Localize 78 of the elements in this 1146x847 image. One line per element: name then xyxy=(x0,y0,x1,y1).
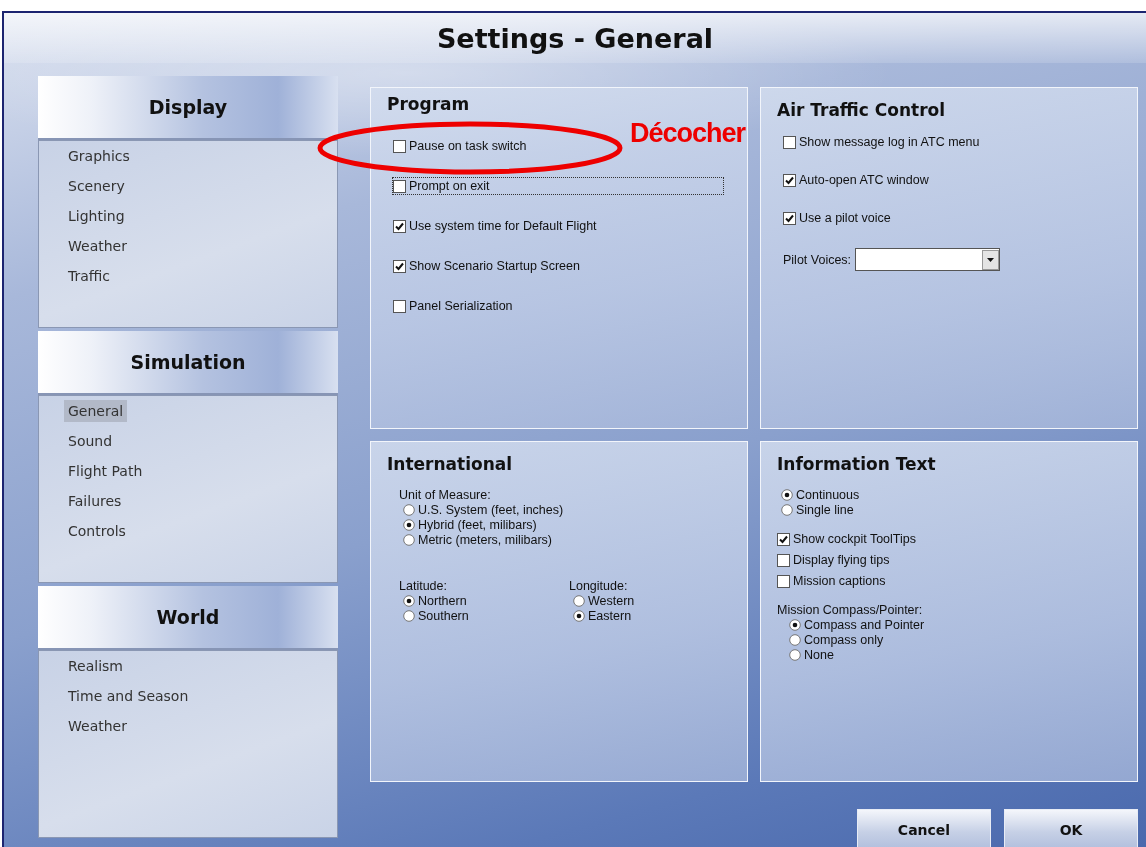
sidebar-item[interactable]: Failures xyxy=(64,490,126,512)
radio-label: Compass and Pointer xyxy=(804,618,925,632)
annotation-text: Décocher xyxy=(629,118,745,149)
group-label: Unit of Measure: xyxy=(399,488,491,502)
window-title: Settings - General xyxy=(436,22,714,54)
checkbox-label: Display flying tips xyxy=(793,553,890,567)
checkbox[interactable] xyxy=(777,532,790,546)
checkbox[interactable] xyxy=(783,211,796,225)
radio-button[interactable] xyxy=(573,610,585,622)
radio-label: Continuous xyxy=(796,488,860,502)
section-header[interactable]: World xyxy=(38,586,338,650)
caret-icon[interactable] xyxy=(982,249,1000,270)
sidebar-item[interactable]: Graphics xyxy=(64,145,134,167)
sidebar-item[interactable]: General xyxy=(64,400,128,422)
radio-label: U.S. System (feet, inches) xyxy=(418,503,564,517)
sidebar-item[interactable]: Controls xyxy=(64,520,130,542)
panel-title: Air Traffic Control xyxy=(777,100,946,120)
radio-button[interactable] xyxy=(403,610,415,622)
radio-button[interactable] xyxy=(403,534,415,546)
group-label: Latitude: xyxy=(399,579,447,593)
sidebar-item[interactable]: Lighting xyxy=(64,205,129,227)
group-label: Longitude: xyxy=(569,579,628,593)
checkbox-label: Pause on task switch xyxy=(409,139,527,153)
checkbox-label: Mission captions xyxy=(793,574,886,588)
sidebar-item[interactable]: Weather xyxy=(64,715,131,737)
radio-label: None xyxy=(804,648,834,662)
group-label: Mission Compass/Pointer: xyxy=(777,603,923,617)
checkbox-label: Auto-open ATC window xyxy=(799,173,929,187)
panel-title: Program xyxy=(387,94,470,114)
section-header[interactable]: Display xyxy=(38,76,338,140)
checkbox-label: Use system time for Default Flight xyxy=(409,219,597,233)
sidebar-item[interactable]: Weather xyxy=(64,235,131,257)
sidebar-item[interactable]: Sound xyxy=(64,430,117,452)
radio-button[interactable] xyxy=(781,504,793,516)
checkbox[interactable] xyxy=(393,219,406,233)
checkbox-label: Prompt on exit xyxy=(409,179,490,193)
panel-title: International xyxy=(387,454,513,474)
radio-button[interactable] xyxy=(573,595,585,607)
radio-label: Compass only xyxy=(804,633,884,647)
radio-label: Southern xyxy=(418,609,469,623)
checkbox[interactable] xyxy=(783,173,796,187)
sidebar-item[interactable]: Scenery xyxy=(64,175,129,197)
radio-label: Western xyxy=(588,594,635,608)
radio-button[interactable] xyxy=(403,519,415,531)
checkbox[interactable] xyxy=(393,179,406,193)
radio-button[interactable] xyxy=(403,504,415,516)
radio-label: Hybrid (feet, milibars) xyxy=(418,518,537,532)
panel-title: Information Text xyxy=(777,454,936,474)
radio-button[interactable] xyxy=(789,619,801,631)
sidebar-item[interactable]: Time and Season xyxy=(64,685,193,707)
checkbox[interactable] xyxy=(783,135,796,149)
field-label: Pilot Voices: xyxy=(783,252,852,267)
section-header[interactable]: Simulation xyxy=(38,331,338,395)
checkbox[interactable] xyxy=(393,139,406,153)
focused-option[interactable]: Prompt on exit xyxy=(393,178,723,194)
checkbox[interactable] xyxy=(393,259,406,273)
radio-button[interactable] xyxy=(789,649,801,661)
checkbox-label: Show message log in ATC menu xyxy=(799,135,980,149)
checkbox[interactable] xyxy=(777,553,790,567)
sidebar-item[interactable]: Realism xyxy=(64,655,127,677)
dialog-button[interactable]: Cancel xyxy=(857,809,991,847)
dialog-button[interactable]: OK xyxy=(1004,809,1138,847)
checkbox-label: Show Scenario Startup Screen xyxy=(409,259,580,273)
radio-label: Northern xyxy=(418,594,467,608)
checkbox[interactable] xyxy=(777,574,790,588)
dropdown-field[interactable] xyxy=(855,248,1001,271)
radio-label: Eastern xyxy=(588,609,632,623)
radio-button[interactable] xyxy=(403,595,415,607)
radio-button[interactable] xyxy=(789,634,801,646)
checkbox[interactable] xyxy=(393,299,406,313)
sidebar-item[interactable]: Flight Path xyxy=(64,460,147,482)
checkbox-label: Use a pilot voice xyxy=(799,211,891,225)
radio-label: Metric (meters, milibars) xyxy=(418,533,553,547)
sidebar-item[interactable]: Traffic xyxy=(64,265,115,287)
radio-button[interactable] xyxy=(781,489,793,501)
checkbox-label: Panel Serialization xyxy=(409,299,513,313)
radio-label: Single line xyxy=(796,503,854,517)
checkbox-label: Show cockpit ToolTips xyxy=(793,532,916,546)
